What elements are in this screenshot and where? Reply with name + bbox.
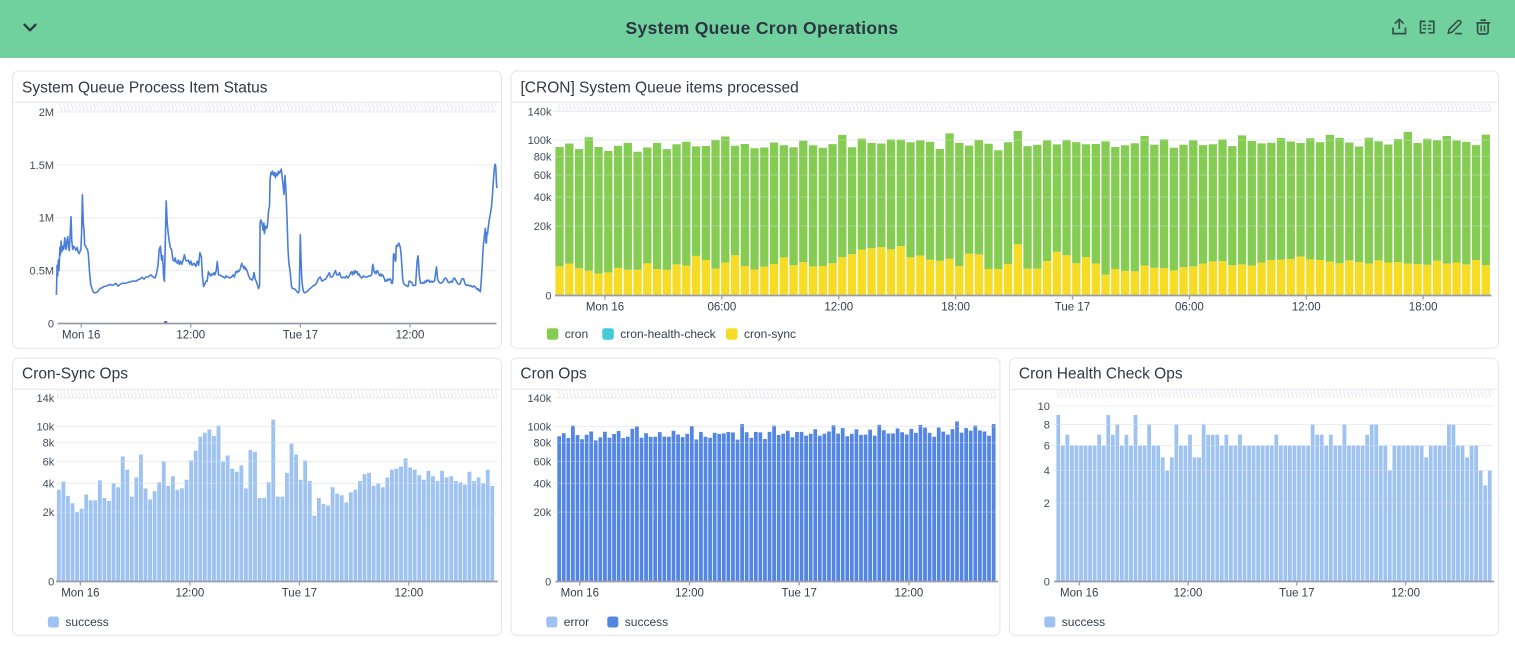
svg-text:10k: 10k	[37, 421, 55, 433]
svg-text:140k: 140k	[527, 393, 551, 405]
svg-text:12:00: 12:00	[824, 302, 853, 314]
svg-text:Tue 17: Tue 17	[1279, 588, 1314, 600]
svg-text:1M: 1M	[39, 213, 54, 225]
svg-text:8: 8	[1044, 419, 1050, 431]
svg-text:12:00: 12:00	[396, 330, 425, 342]
svg-text:cron-sync: cron-sync	[744, 327, 796, 341]
svg-text:18:00: 18:00	[941, 302, 970, 314]
svg-text:2: 2	[1044, 498, 1050, 510]
svg-text:0: 0	[545, 576, 551, 588]
svg-text:Tue 17: Tue 17	[1055, 302, 1090, 314]
svg-text:06:00: 06:00	[1175, 302, 1204, 314]
svg-text:12:00: 12:00	[1391, 588, 1420, 600]
svg-text:12:00: 12:00	[895, 588, 924, 600]
svg-text:10: 10	[1038, 401, 1050, 413]
svg-text:Mon 16: Mon 16	[1060, 588, 1098, 600]
svg-text:System Queue Cron Operations: System Queue Cron Operations	[626, 18, 899, 38]
svg-text:12:00: 12:00	[395, 588, 424, 600]
svg-text:12:00: 12:00	[675, 588, 704, 600]
svg-text:cron-health-check: cron-health-check	[620, 327, 716, 341]
svg-text:System Queue Process Item Stat: System Queue Process Item Status	[22, 80, 268, 97]
svg-text:success: success	[1062, 615, 1105, 629]
svg-text:0.5M: 0.5M	[30, 266, 54, 278]
svg-text:error: error	[564, 615, 589, 629]
svg-text:0: 0	[48, 576, 54, 588]
svg-text:[CRON] System Queue items proc: [CRON] System Queue items processed	[521, 80, 799, 97]
svg-text:0: 0	[48, 318, 54, 330]
svg-text:success: success	[625, 615, 668, 629]
svg-text:success: success	[65, 615, 108, 629]
svg-text:Mon 16: Mon 16	[62, 330, 100, 342]
svg-text:18:00: 18:00	[1409, 302, 1438, 314]
svg-text:6: 6	[1044, 440, 1050, 452]
svg-text:Tue 17: Tue 17	[782, 588, 817, 600]
svg-text:12:00: 12:00	[1292, 302, 1321, 314]
svg-text:Tue 17: Tue 17	[283, 330, 318, 342]
svg-text:6k: 6k	[43, 456, 55, 468]
svg-text:2k: 2k	[43, 507, 55, 519]
svg-text:40k: 40k	[534, 192, 552, 204]
svg-text:20k: 20k	[534, 507, 552, 519]
svg-text:0: 0	[545, 290, 551, 302]
svg-text:100k: 100k	[528, 135, 552, 147]
svg-text:12:00: 12:00	[1174, 588, 1203, 600]
svg-text:80k: 80k	[534, 438, 552, 450]
svg-text:40k: 40k	[534, 478, 552, 490]
svg-text:Mon 16: Mon 16	[561, 588, 599, 600]
svg-text:Cron-Sync Ops: Cron-Sync Ops	[22, 366, 128, 383]
svg-text:1.5M: 1.5M	[30, 160, 54, 172]
svg-text:12:00: 12:00	[176, 330, 205, 342]
svg-text:80k: 80k	[534, 151, 552, 163]
svg-text:Tue 17: Tue 17	[282, 588, 317, 600]
svg-text:Cron Health Check Ops: Cron Health Check Ops	[1019, 366, 1183, 383]
svg-text:100k: 100k	[527, 421, 551, 433]
svg-text:140k: 140k	[528, 106, 552, 118]
svg-text:14k: 14k	[37, 393, 55, 405]
svg-text:Cron Ops: Cron Ops	[520, 366, 587, 383]
svg-text:0: 0	[1044, 576, 1050, 588]
svg-text:06:00: 06:00	[708, 302, 737, 314]
svg-text:2M: 2M	[39, 107, 54, 119]
svg-text:60k: 60k	[534, 170, 552, 182]
svg-text:Mon 16: Mon 16	[586, 302, 624, 314]
svg-text:12:00: 12:00	[176, 588, 205, 600]
svg-text:4: 4	[1044, 465, 1050, 477]
svg-text:8k: 8k	[43, 438, 55, 450]
svg-text:Mon 16: Mon 16	[61, 588, 99, 600]
svg-text:20k: 20k	[534, 221, 552, 233]
svg-text:4k: 4k	[43, 478, 55, 490]
svg-text:60k: 60k	[534, 456, 552, 468]
svg-text:cron: cron	[565, 327, 588, 341]
